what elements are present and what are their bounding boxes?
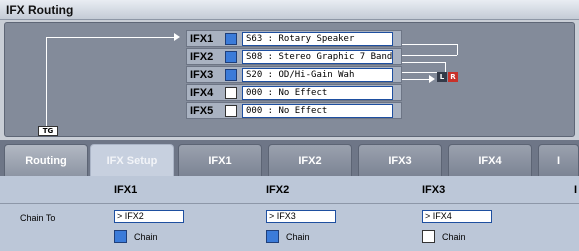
tab-bar: Routing IFX Setup IFX1 IFX2 IFX3 IFX4 I <box>0 140 579 176</box>
chain-wire-1-2-back <box>401 55 457 56</box>
chain-label-ifx2: Chain <box>286 232 310 242</box>
ifx-slot-4: IFX4 000 : No Effect <box>186 84 402 101</box>
ifx-slot-label: IFX1 <box>190 33 214 45</box>
ifx-effect-select[interactable]: S08 : Stereo Graphic 7 Band E <box>242 50 393 64</box>
ifx-slot-label: IFX5 <box>190 105 214 117</box>
output-arrow-icon <box>429 75 435 83</box>
chain-to-select-ifx2[interactable]: > IFX3 <box>266 210 336 223</box>
chain-wire-2-3 <box>397 62 445 63</box>
chain-wire-2-3-vert <box>445 62 446 72</box>
tab-ifx1[interactable]: IFX1 <box>178 144 262 176</box>
chain-checkbox-ifx1[interactable] <box>114 230 127 243</box>
ifx-slot-label: IFX3 <box>190 69 214 81</box>
ifx-setup-panel: IFX1 IFX2 IFX3 I Chain To > IFX2 > IFX3 … <box>0 176 579 251</box>
ifx-on-checkbox[interactable] <box>225 87 237 99</box>
chain-to-select-ifx1[interactable]: > IFX2 <box>114 210 184 223</box>
chain-checkbox-ifx3[interactable] <box>422 230 435 243</box>
tg-badge: TG <box>38 126 58 136</box>
ifx-slot-3: IFX3 S20 : OD/Hi-Gain Wah <box>186 66 402 83</box>
tab-ifx5[interactable]: I <box>538 144 579 176</box>
tab-ifx2[interactable]: IFX2 <box>268 144 352 176</box>
chain-wire-1-2 <box>397 44 457 45</box>
output-right-badge: R <box>448 72 458 82</box>
column-header-ifx4: I <box>574 184 578 196</box>
ifx-slot-2: IFX2 S08 : Stereo Graphic 7 Band E <box>186 48 402 65</box>
ifx-slot-5: IFX5 000 : No Effect <box>186 102 402 119</box>
chain-to-select-ifx3[interactable]: > IFX4 <box>422 210 492 223</box>
ifx-effect-select[interactable]: S63 : Rotary Speaker <box>242 32 393 46</box>
ifx-effect-select[interactable]: 000 : No Effect <box>242 86 393 100</box>
column-header-ifx1: IFX1 <box>114 184 138 196</box>
tg-wire-vertical <box>46 37 47 126</box>
chain-label-ifx3: Chain <box>442 232 466 242</box>
tab-ifx3[interactable]: IFX3 <box>358 144 442 176</box>
routing-diagram: TG L R IFX1 S63 : Rotary Speaker IFX2 S0… <box>4 22 575 137</box>
column-header-ifx3: IFX3 <box>422 184 446 196</box>
ifx-on-checkbox[interactable] <box>225 105 237 117</box>
ifx-slot-1: IFX1 S63 : Rotary Speaker <box>186 30 402 47</box>
ifx-slot-label: IFX4 <box>190 87 214 99</box>
output-left-badge: L <box>437 72 447 82</box>
header-divider <box>0 203 579 204</box>
window-title: IFX Routing <box>6 3 74 17</box>
column-header-ifx2: IFX2 <box>266 184 290 196</box>
ifx-on-checkbox[interactable] <box>225 51 237 63</box>
chain-wire-1-2-vert <box>457 44 458 55</box>
ifx-effect-select[interactable]: 000 : No Effect <box>242 104 393 118</box>
tab-ifx-setup[interactable]: IFX Setup <box>90 144 174 176</box>
chain-checkbox-ifx2[interactable] <box>266 230 279 243</box>
title-bar: IFX Routing <box>0 0 579 20</box>
ifx-on-checkbox[interactable] <box>225 33 237 45</box>
ifx-on-checkbox[interactable] <box>225 69 237 81</box>
tab-routing[interactable]: Routing <box>4 144 88 176</box>
tg-wire-horizontal <box>46 37 174 38</box>
ifx-effect-select[interactable]: S20 : OD/Hi-Gain Wah <box>242 68 393 82</box>
chain-label-ifx1: Chain <box>134 232 158 242</box>
tg-arrow-icon <box>174 33 180 41</box>
chain-to-label: Chain To <box>20 213 56 223</box>
tab-ifx4[interactable]: IFX4 <box>448 144 532 176</box>
ifx-slot-label: IFX2 <box>190 51 214 63</box>
